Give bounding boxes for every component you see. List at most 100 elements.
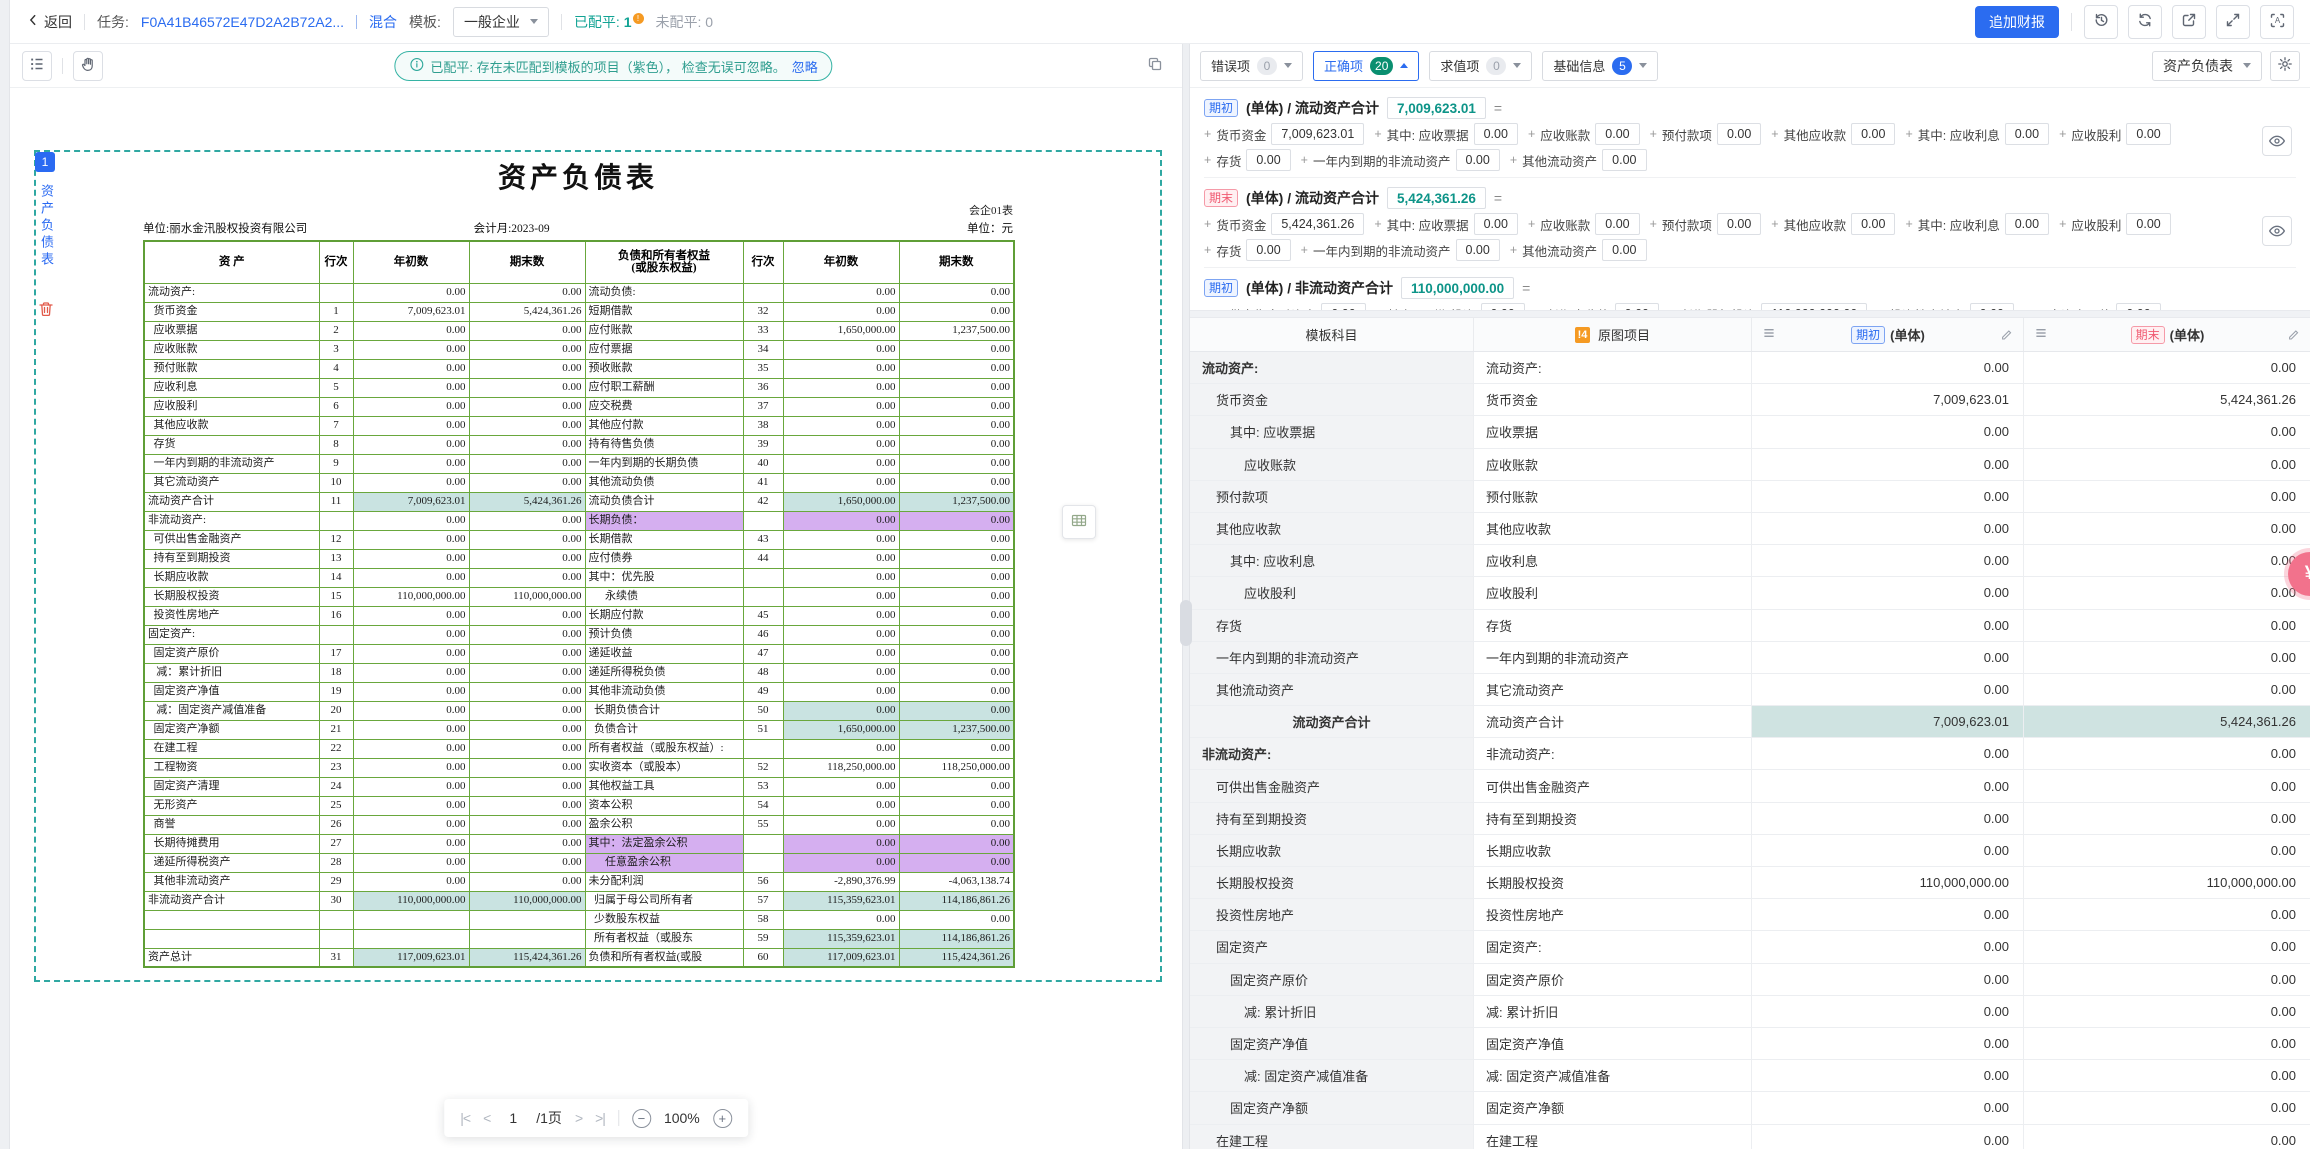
- liability-begin-value[interactable]: 0.00: [783, 568, 899, 587]
- formula-item-value[interactable]: 110,000,000.00: [1761, 303, 1867, 310]
- liability-begin-value[interactable]: 0.00: [783, 739, 899, 758]
- external-link-button[interactable]: [2172, 5, 2206, 39]
- liability-end-value[interactable]: 0.00: [899, 682, 1014, 701]
- match-row[interactable]: 非流动资产:非流动资产:0.000.00: [1190, 738, 2310, 770]
- begin-value-cell[interactable]: 0.00: [1752, 835, 2024, 866]
- asset-end-value[interactable]: 0.00: [469, 435, 585, 454]
- task-id-link[interactable]: F0A41B46572E47D2A2B72A2...: [141, 14, 344, 30]
- asset-begin-value[interactable]: 0.00: [353, 777, 469, 796]
- zoom-out-button[interactable]: −: [632, 1109, 651, 1128]
- match-row[interactable]: 预付款项预付账款0.000.00: [1190, 481, 2310, 513]
- formula-item-value[interactable]: 7,009,623.01: [1271, 123, 1364, 145]
- begin-value-cell[interactable]: 0.00: [1752, 931, 2024, 962]
- begin-value-cell[interactable]: 0.00: [1752, 770, 2024, 801]
- asset-end-value[interactable]: 0.00: [469, 549, 585, 568]
- formula-item-value[interactable]: 0.00: [1321, 303, 1365, 310]
- end-value-cell[interactable]: 0.00: [2024, 545, 2310, 576]
- end-value-cell[interactable]: 0.00: [2024, 577, 2310, 608]
- match-row[interactable]: 持有至到期投资持有至到期投资0.000.00: [1190, 803, 2310, 835]
- liability-end-value[interactable]: -4,063,138.74: [899, 872, 1014, 891]
- formula-item-value[interactable]: 0.00: [1481, 303, 1525, 310]
- formula-item-value[interactable]: 0.00: [1602, 239, 1646, 261]
- end-value-cell[interactable]: 0.00: [2024, 835, 2310, 866]
- asset-begin-value[interactable]: 0.00: [353, 644, 469, 663]
- asset-end-value[interactable]: 0.00: [469, 625, 585, 644]
- asset-end-value[interactable]: 0.00: [469, 568, 585, 587]
- liability-end-value[interactable]: 0.00: [899, 283, 1014, 302]
- end-value-cell[interactable]: 0.00: [2024, 996, 2310, 1027]
- liability-end-value[interactable]: 0.00: [899, 397, 1014, 416]
- match-row[interactable]: 其中: 应收票据应收票据0.000.00: [1190, 416, 2310, 448]
- asset-end-value[interactable]: 5,424,361.26: [469, 492, 585, 511]
- end-value-cell[interactable]: 0.00: [2024, 931, 2310, 962]
- history-button[interactable]: [2084, 5, 2118, 39]
- end-value-cell[interactable]: 0.00: [2024, 1060, 2310, 1091]
- formula-total-value[interactable]: 5,424,361.26: [1387, 187, 1486, 209]
- match-row[interactable]: 投资性房地产投资性房地产0.000.00: [1190, 899, 2310, 931]
- next-page-icon[interactable]: >: [575, 1110, 582, 1126]
- liability-begin-value[interactable]: 0.00: [783, 910, 899, 929]
- asset-begin-value[interactable]: 0.00: [353, 815, 469, 834]
- liability-begin-value[interactable]: 0.00: [783, 454, 899, 473]
- asset-end-value[interactable]: 0.00: [469, 283, 585, 302]
- liability-end-value[interactable]: 0.00: [899, 416, 1014, 435]
- liability-end-value[interactable]: 0.00: [899, 359, 1014, 378]
- liability-end-value[interactable]: 0.00: [899, 701, 1014, 720]
- liability-begin-value[interactable]: 0.00: [783, 283, 899, 302]
- end-value-cell[interactable]: 5,424,361.26: [2024, 706, 2310, 737]
- match-row[interactable]: 固定资产原价固定资产原价0.000.00: [1190, 964, 2310, 996]
- begin-value-cell[interactable]: 0.00: [1752, 1125, 2024, 1149]
- asset-begin-value[interactable]: 0.00: [353, 606, 469, 625]
- liability-end-value[interactable]: 118,250,000.00: [899, 758, 1014, 777]
- begin-value-cell[interactable]: 0.00: [1752, 1028, 2024, 1059]
- liability-end-value[interactable]: 0.00: [899, 853, 1014, 872]
- begin-value-cell[interactable]: 0.00: [1752, 416, 2024, 447]
- match-row[interactable]: 其他应收款其他应收款0.000.00: [1190, 513, 2310, 545]
- filter-errors[interactable]: 错误项0: [1200, 51, 1303, 81]
- asset-begin-value[interactable]: 0.00: [353, 701, 469, 720]
- asset-end-value[interactable]: 0.00: [469, 397, 585, 416]
- sheet-type-label[interactable]: 资产负债表: [37, 184, 56, 269]
- end-value-cell[interactable]: 0.00: [2024, 416, 2310, 447]
- pan-hand-button[interactable]: [73, 51, 103, 81]
- begin-value-cell[interactable]: 0.00: [1752, 738, 2024, 769]
- match-row[interactable]: 一年内到期的非流动资产一年内到期的非流动资产0.000.00: [1190, 642, 2310, 674]
- liability-begin-value[interactable]: 0.00: [783, 834, 899, 853]
- end-value-cell[interactable]: 0.00: [2024, 481, 2310, 512]
- asset-end-value[interactable]: 0.00: [469, 359, 585, 378]
- asset-begin-value[interactable]: 0.00: [353, 568, 469, 587]
- begin-value-cell[interactable]: 0.00: [1752, 481, 2024, 512]
- liability-begin-value[interactable]: 0.00: [783, 530, 899, 549]
- asset-begin-value[interactable]: 0.00: [353, 834, 469, 853]
- asset-end-value[interactable]: 0.00: [469, 378, 585, 397]
- asset-begin-value[interactable]: 0.00: [353, 454, 469, 473]
- liability-end-value[interactable]: 1,237,500.00: [899, 492, 1014, 511]
- asset-end-value[interactable]: 0.00: [469, 530, 585, 549]
- match-row[interactable]: 应收账款应收账款0.000.00: [1190, 449, 2310, 481]
- formula-item-value[interactable]: 0.00: [1970, 303, 2014, 310]
- asset-begin-value[interactable]: 0.00: [353, 435, 469, 454]
- liability-end-value[interactable]: 1,237,500.00: [899, 321, 1014, 340]
- asset-begin-value[interactable]: 110,000,000.00: [353, 891, 469, 910]
- begin-value-cell[interactable]: 0.00: [1752, 610, 2024, 641]
- asset-begin-value[interactable]: 0.00: [353, 549, 469, 568]
- asset-begin-value[interactable]: 0.00: [353, 720, 469, 739]
- end-value-cell[interactable]: 0.00: [2024, 770, 2310, 801]
- filter-correct[interactable]: 正确项20: [1313, 51, 1419, 81]
- match-row[interactable]: 其他流动资产其它流动资产0.000.00: [1190, 674, 2310, 706]
- asset-end-value[interactable]: 0.00: [469, 473, 585, 492]
- end-value-cell[interactable]: 0.00: [2024, 352, 2310, 383]
- begin-value-cell[interactable]: 7,009,623.01: [1752, 384, 2024, 415]
- liability-end-value[interactable]: 0.00: [899, 530, 1014, 549]
- liability-begin-value[interactable]: 0.00: [783, 777, 899, 796]
- asset-end-value[interactable]: 0.00: [469, 739, 585, 758]
- asset-end-value[interactable]: 0.00: [469, 321, 585, 340]
- filter-evaluated[interactable]: 求值项0: [1429, 51, 1532, 81]
- liability-end-value[interactable]: 0.00: [899, 910, 1014, 929]
- begin-value-cell[interactable]: 0.00: [1752, 513, 2024, 544]
- match-row[interactable]: 减: 固定资产减值准备减: 固定资产减值准备0.000.00: [1190, 1060, 2310, 1092]
- match-row[interactable]: 存货存货0.000.00: [1190, 610, 2310, 642]
- liability-end-value[interactable]: 0.00: [899, 587, 1014, 606]
- liability-end-value[interactable]: 0.00: [899, 663, 1014, 682]
- formula-total-value[interactable]: 110,000,000.00: [1401, 277, 1514, 299]
